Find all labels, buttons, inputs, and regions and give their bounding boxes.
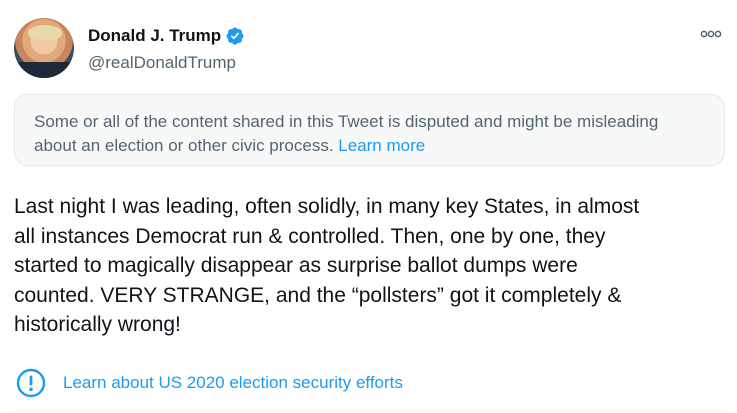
learn-more-link[interactable]: Learn more bbox=[338, 136, 425, 155]
more-options-icon[interactable] bbox=[697, 24, 725, 44]
author-handle[interactable]: @realDonaldTrump bbox=[88, 53, 236, 73]
election-security-label[interactable]: Learn about US 2020 election security ef… bbox=[14, 367, 403, 399]
author-display-name[interactable]: Donald J. Trump bbox=[88, 26, 221, 46]
author-name-row: Donald J. Trump bbox=[88, 26, 245, 46]
avatar-hair bbox=[28, 25, 62, 40]
exclamation-circle-icon bbox=[14, 367, 48, 399]
avatar[interactable] bbox=[14, 18, 74, 78]
tweet-card: Donald J. Trump @realDonaldTrump Some or… bbox=[0, 0, 737, 413]
verified-badge-icon bbox=[225, 26, 245, 46]
election-security-link[interactable]: Learn about US 2020 election security ef… bbox=[63, 373, 403, 393]
divider bbox=[14, 410, 725, 411]
disputed-content-notice: Some or all of the content shared in thi… bbox=[14, 94, 725, 166]
avatar-suit bbox=[14, 62, 74, 78]
tweet-text: Last night I was leading, often solidly,… bbox=[14, 195, 640, 336]
